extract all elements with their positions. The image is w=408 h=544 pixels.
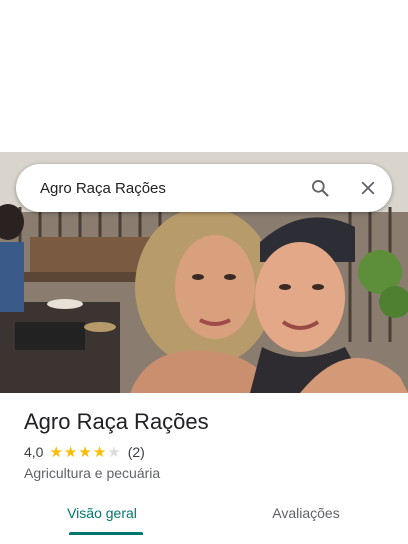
review-count[interactable]: (2) — [128, 444, 145, 460]
tab-bar: Visão geral Avaliações — [0, 495, 408, 537]
star-icon: ★ — [92, 443, 107, 461]
place-info-panel: Agro Raça Rações 4,0 ★ ★ ★ ★ ★ (2) Agric… — [0, 393, 408, 544]
star-icon: ★ — [49, 443, 63, 461]
rating-value: 4,0 — [24, 444, 44, 460]
search-bar[interactable]: Agro Raça Rações — [16, 164, 392, 212]
place-title: Agro Raça Rações — [24, 409, 209, 434]
active-tab-indicator — [69, 532, 143, 535]
map-area-blank — [0, 0, 408, 152]
tab-overview[interactable]: Visão geral — [0, 495, 204, 537]
place-category: Agricultura e pecuária — [24, 465, 161, 481]
star-empty-icon: ★ — [107, 443, 121, 461]
search-icon[interactable] — [296, 164, 344, 212]
close-icon[interactable] — [344, 164, 392, 212]
star-icon: ★ — [63, 443, 78, 461]
tab-reviews-label: Avaliações — [272, 505, 340, 521]
rating-row[interactable]: 4,0 ★ ★ ★ ★ ★ (2) — [24, 444, 145, 460]
tab-reviews[interactable]: Avaliações — [204, 495, 408, 537]
star-icon: ★ — [78, 443, 92, 461]
search-input[interactable]: Agro Raça Rações — [16, 180, 296, 197]
star-rating: ★ ★ ★ ★ ★ — [49, 445, 121, 460]
